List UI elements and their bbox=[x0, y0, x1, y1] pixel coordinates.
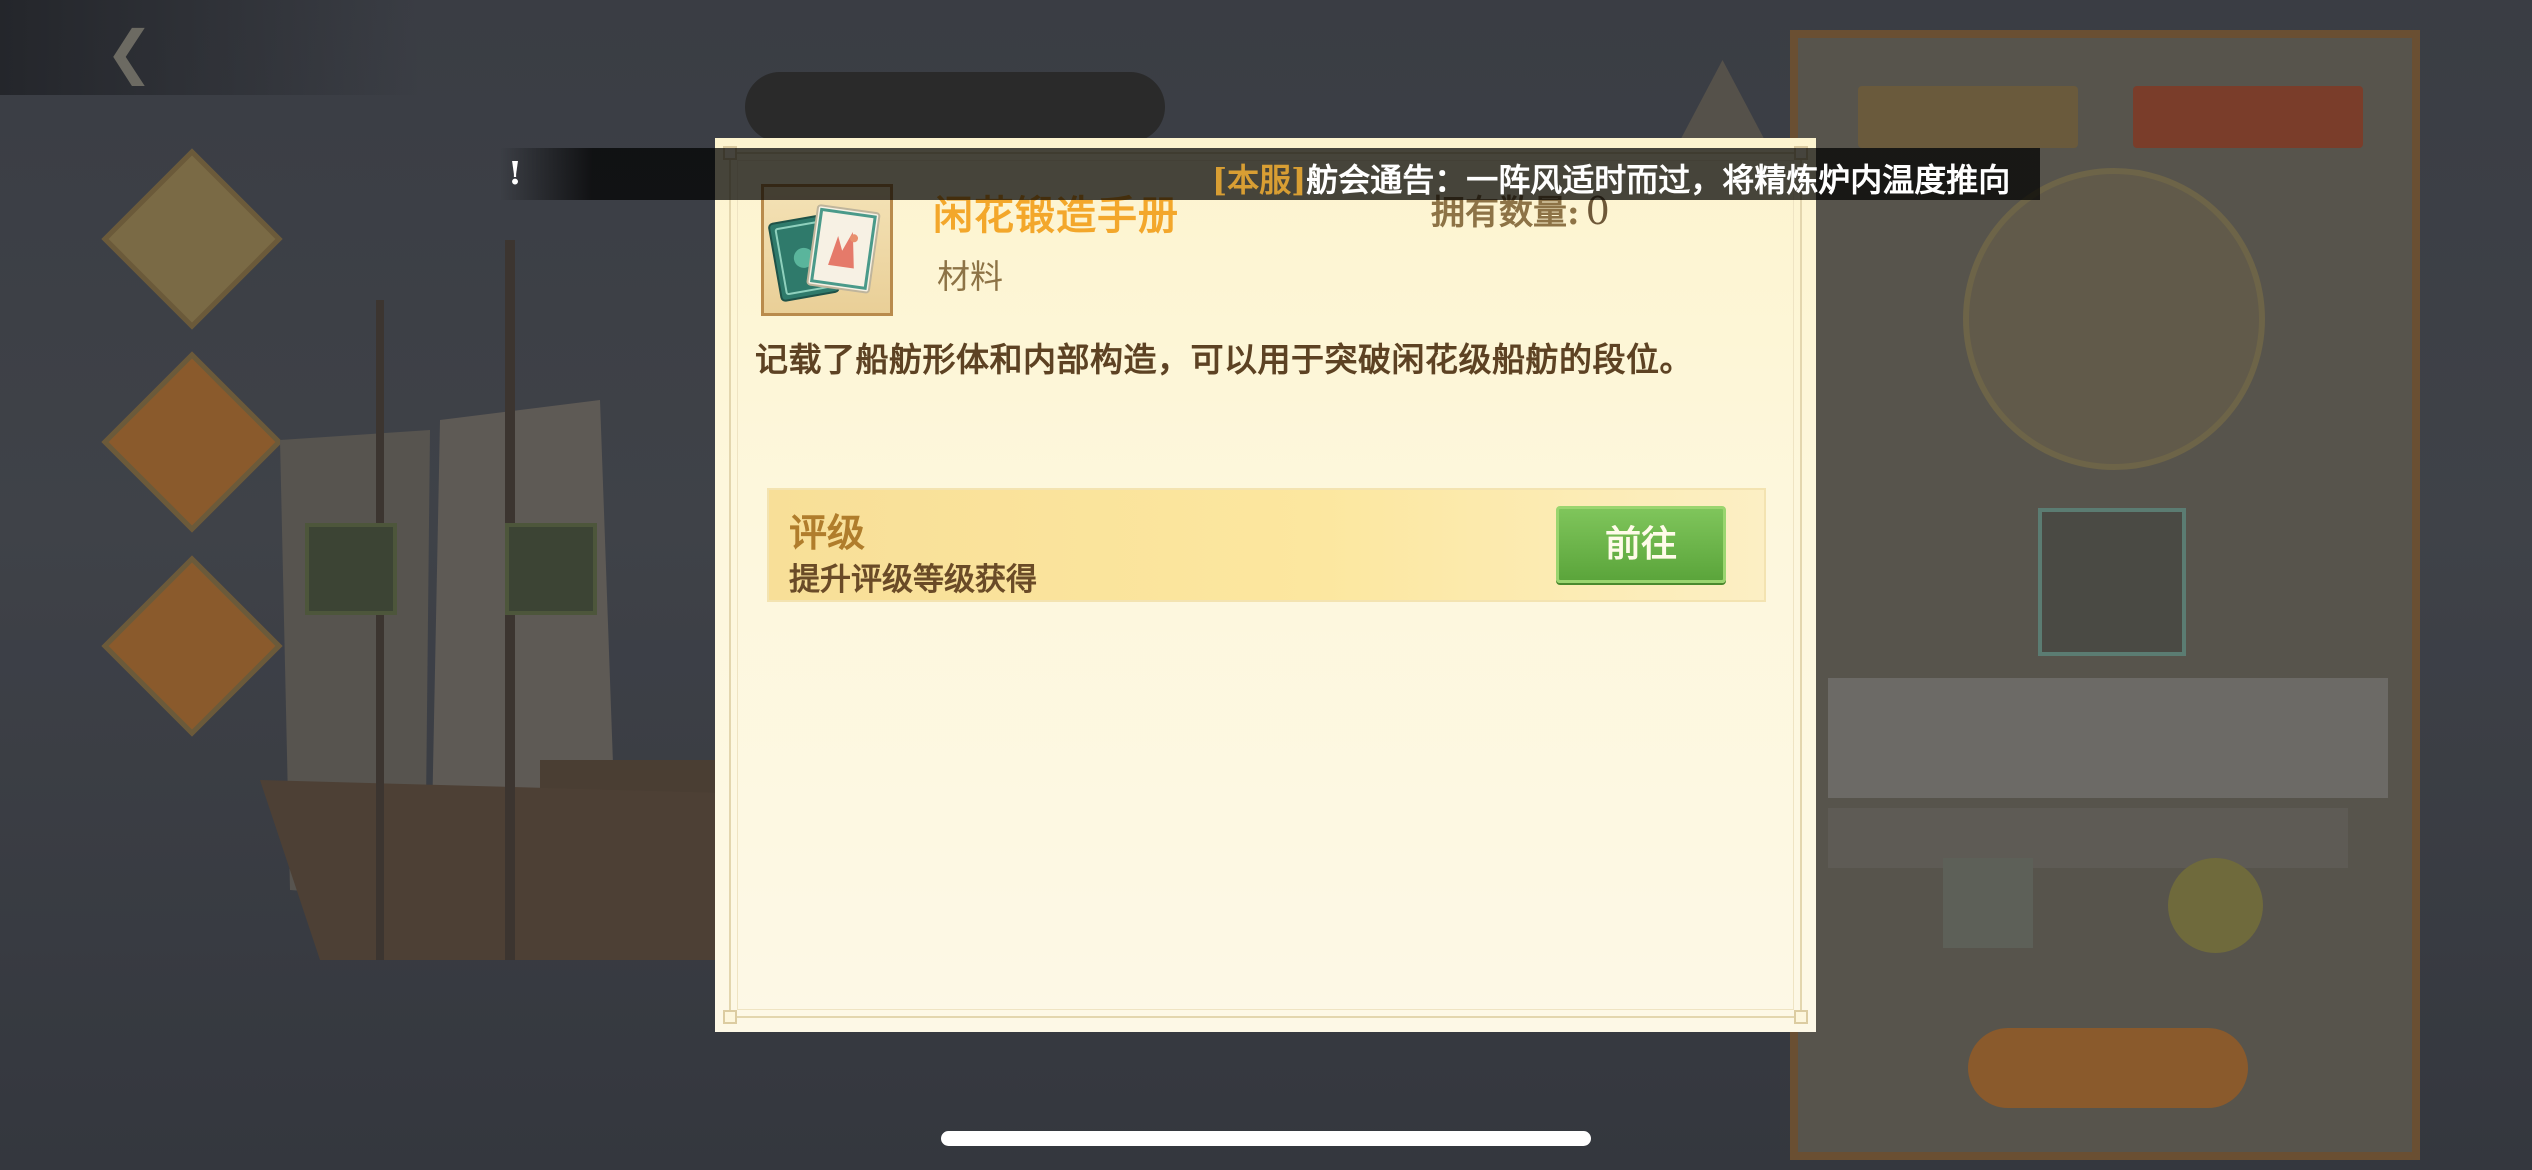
background-side-row bbox=[1828, 808, 2348, 868]
background-portrait bbox=[2038, 508, 2186, 656]
ticker-prefix: ! bbox=[508, 154, 523, 192]
goto-button[interactable]: 前往 bbox=[1556, 506, 1726, 583]
background-banner bbox=[745, 72, 1165, 142]
background-side-action bbox=[1968, 1028, 2248, 1108]
ticker-message: 舫会通告：一阵风适时而过，将精炼炉内温度推向 bbox=[1306, 161, 2011, 199]
background-back-icon: ❮ bbox=[105, 18, 154, 86]
dialog-corner bbox=[1794, 1010, 1808, 1024]
background-top-bar bbox=[0, 0, 420, 95]
item-icon-frame bbox=[761, 184, 893, 316]
source-title: 评级 bbox=[789, 510, 866, 555]
background-reward-icon bbox=[2168, 858, 2263, 953]
item-description: 记载了船舫形体和内部构造，可以用于突破闲花级船舫的段位。 bbox=[755, 340, 1693, 379]
background-menu-diamond bbox=[101, 148, 283, 330]
ticker-server-tag: [本服] bbox=[1212, 161, 1307, 199]
item-info-dialog: 闲花锻造手册 材料 拥有数量: 0 记载了船舫形体和内部构造，可以用于突破闲花级船… bbox=[715, 138, 1816, 1032]
background-check-icon bbox=[505, 523, 597, 615]
book-icon bbox=[768, 204, 881, 302]
dialog-corner bbox=[723, 1010, 737, 1024]
announcement-ticker: ! [本服]舫会通告：一阵风适时而过，将精炼炉内温度推向 bbox=[500, 148, 2040, 200]
item-type: 材料 bbox=[937, 257, 1003, 296]
background-triangle bbox=[1675, 60, 1770, 150]
home-indicator[interactable] bbox=[941, 1131, 1591, 1146]
background-menu-diamond bbox=[101, 555, 283, 737]
background-check-icon bbox=[305, 523, 397, 615]
ticker-text: [本服]舫会通告：一阵风适时而过，将精炼炉内温度推向 bbox=[1212, 155, 2022, 200]
background-side-button bbox=[2133, 86, 2363, 148]
background-compass bbox=[1963, 168, 2265, 470]
background-side-label bbox=[1828, 678, 2388, 798]
background-menu-diamond bbox=[101, 351, 283, 533]
source-description: 提升评级等级获得 bbox=[789, 562, 1037, 598]
background-side-button bbox=[1858, 86, 2078, 148]
source-row: 评级 提升评级等级获得 前往 bbox=[767, 488, 1766, 602]
background-reward-icon bbox=[1943, 858, 2033, 948]
